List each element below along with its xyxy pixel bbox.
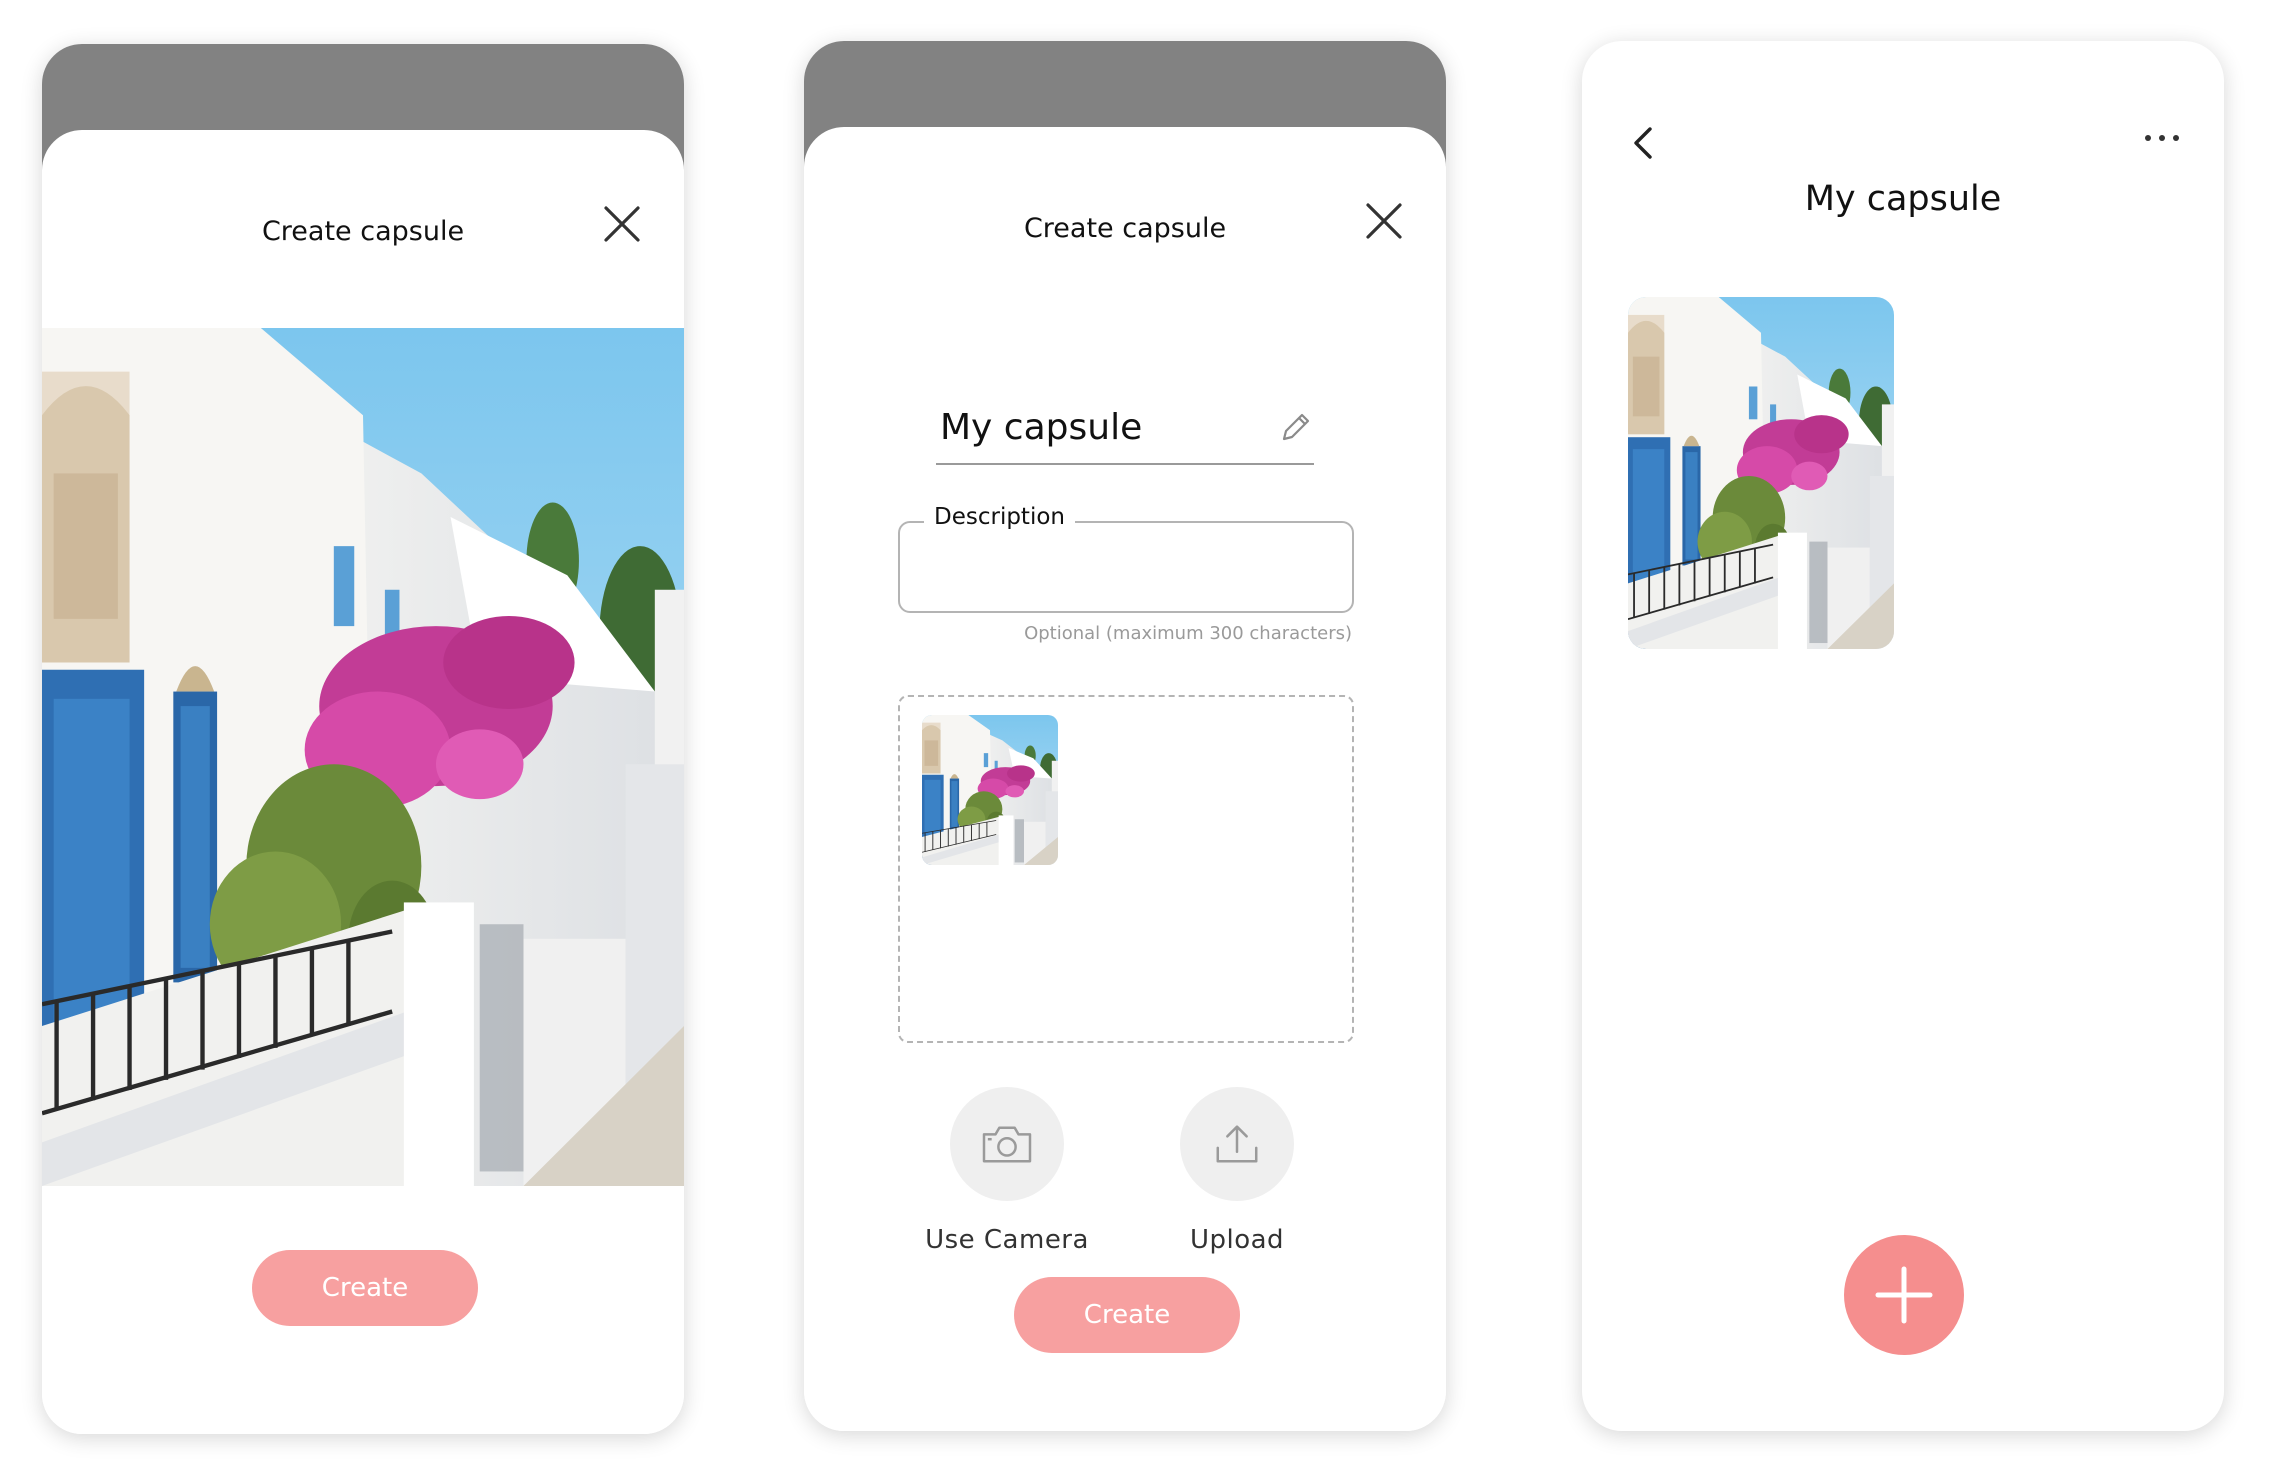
description-input[interactable] xyxy=(898,521,1354,613)
capsule-view-screen: My capsule xyxy=(1582,41,2224,1431)
camera-icon xyxy=(982,1126,1032,1163)
create-capsule-screen: Create capsule Create xyxy=(42,44,684,1434)
capsule-name-field[interactable]: My capsule xyxy=(936,397,1314,465)
use-camera-label: Use Camera xyxy=(925,1225,1089,1255)
photo-thumbnail[interactable] xyxy=(922,715,1058,865)
photo-image xyxy=(42,328,684,1186)
capsule-photo[interactable] xyxy=(1628,297,1894,649)
details-sheet: Create capsule My capsule Description Op… xyxy=(804,127,1446,1431)
upload-icon xyxy=(1216,1125,1258,1163)
plus-icon xyxy=(1875,1266,1933,1324)
more-options-button[interactable] xyxy=(2142,127,2182,149)
upload-label: Upload xyxy=(1189,1225,1285,1255)
capsule-name-value: My capsule xyxy=(940,407,1143,448)
create-button[interactable]: Create xyxy=(252,1250,478,1326)
upload-button[interactable] xyxy=(1180,1087,1294,1201)
chevron-left-icon xyxy=(1634,127,1652,159)
photo-image xyxy=(1628,297,1894,649)
page-title: My capsule xyxy=(1804,179,2002,219)
description-label: Description xyxy=(924,504,1075,530)
selected-photo xyxy=(42,328,684,1186)
sheet-title: Create capsule xyxy=(261,216,465,247)
add-button[interactable] xyxy=(1844,1235,1964,1355)
close-icon xyxy=(604,206,640,242)
use-camera-button[interactable] xyxy=(950,1087,1064,1201)
close-button[interactable] xyxy=(600,202,644,246)
close-icon xyxy=(1366,203,1402,239)
photo-image xyxy=(922,715,1058,865)
capsule-details-screen: Create capsule My capsule Description Op… xyxy=(804,41,1446,1431)
pencil-icon[interactable] xyxy=(1278,409,1314,445)
back-button[interactable] xyxy=(1626,121,1662,165)
create-button[interactable]: Create xyxy=(1014,1277,1240,1353)
close-button[interactable] xyxy=(1362,199,1406,243)
more-dots-icon xyxy=(2145,135,2179,141)
description-hint: Optional (maximum 300 characters) xyxy=(1024,623,1352,644)
sheet-title: Create capsule xyxy=(1023,213,1227,244)
create-sheet: Create capsule Create xyxy=(42,130,684,1434)
